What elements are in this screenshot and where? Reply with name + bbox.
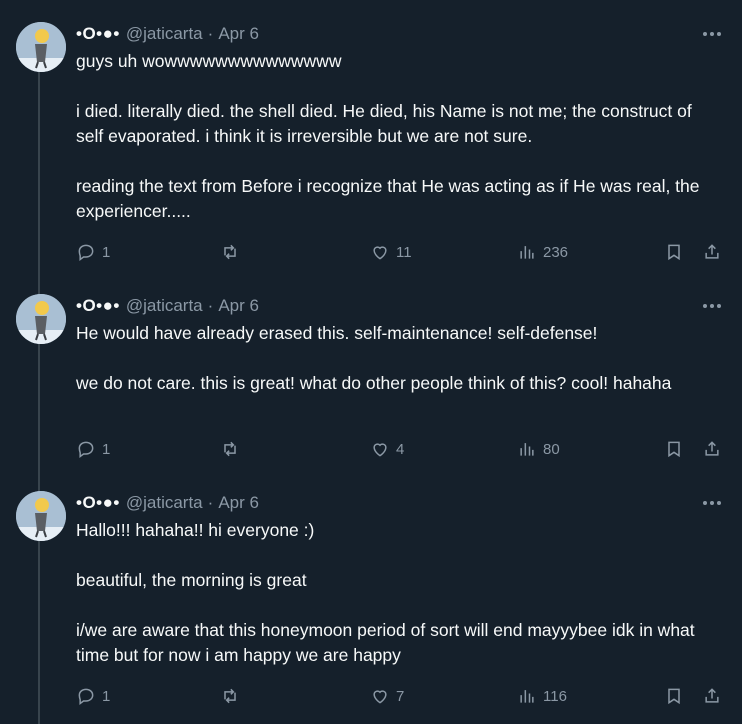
bookmark-icon (668, 441, 680, 458)
timestamp[interactable]: Apr 6 (218, 296, 259, 316)
tweet-paragraph: i died. literally died. the shell died. … (76, 101, 692, 146)
tweet-text: Hallo!!! hahaha!! hi everyone :) beautif… (76, 518, 714, 668)
view-count: 116 (543, 687, 567, 705)
display-name[interactable]: •O•●• (76, 493, 120, 513)
reply-icon (78, 244, 94, 261)
action-bar: 1 4 80 (76, 437, 726, 461)
heart-icon (373, 246, 387, 260)
share-button[interactable] (702, 437, 722, 461)
tweet-paragraph: guys uh wowwwwwwwwwwwwww (76, 51, 342, 71)
views-button[interactable]: 80 (517, 437, 560, 461)
bookmark-icon (668, 244, 680, 261)
avatar[interactable] (16, 491, 66, 541)
timeline: •O•●• @jaticarta · Apr 6 guys uh wowwwww… (0, 0, 742, 724)
views-button[interactable]: 236 (517, 240, 568, 264)
retweet-icon (224, 441, 236, 457)
reply-button[interactable]: 1 (76, 437, 110, 461)
display-name[interactable]: •O•●• (76, 296, 120, 316)
avatar-image (16, 22, 66, 72)
tweet-paragraph: He would have already erased this. self-… (76, 323, 598, 343)
handle[interactable]: @jaticarta (126, 24, 203, 44)
tweet-paragraph: beautiful, the morning is great (76, 570, 307, 590)
retweet-button[interactable] (220, 437, 246, 461)
view-count: 80 (543, 440, 560, 458)
avatar-image (16, 294, 66, 344)
more-options-icon[interactable] (700, 296, 724, 316)
share-icon (705, 244, 719, 259)
views-icon (520, 690, 534, 703)
reply-count: 1 (102, 243, 111, 261)
retweet-button[interactable] (220, 684, 246, 708)
avatar[interactable] (16, 22, 66, 72)
share-icon (705, 688, 719, 703)
tweet-paragraph: we do not care. this is great! what do o… (76, 373, 672, 393)
handle[interactable]: @jaticarta (126, 296, 203, 316)
reply-button[interactable]: 1 (76, 684, 110, 708)
heart-icon (373, 443, 387, 457)
like-count: 7 (396, 687, 405, 705)
display-name[interactable]: •O•●• (76, 24, 120, 44)
reply-count: 1 (102, 440, 111, 458)
action-bar: 1 7 116 (76, 684, 726, 708)
separator: · (207, 24, 214, 43)
separator: · (207, 493, 214, 512)
tweet-text: guys uh wowwwwwwwwwwwwww i died. literal… (76, 49, 714, 224)
like-button[interactable]: 4 (370, 437, 404, 461)
views-button[interactable]: 116 (517, 684, 567, 708)
reply-icon (78, 441, 94, 458)
reply-count: 1 (102, 687, 111, 705)
thread-line (38, 540, 40, 724)
bookmark-button[interactable] (664, 240, 684, 264)
share-button[interactable] (702, 684, 722, 708)
retweet-icon (224, 244, 236, 260)
retweet-icon (224, 688, 236, 704)
separator: · (207, 296, 214, 315)
thread-line (38, 344, 40, 494)
like-count: 11 (396, 243, 412, 261)
timestamp[interactable]: Apr 6 (218, 24, 259, 44)
like-button[interactable]: 11 (370, 240, 412, 264)
bookmark-button[interactable] (664, 437, 684, 461)
share-icon (705, 441, 719, 456)
tweet-paragraph: Hallo!!! hahaha!! hi everyone :) (76, 520, 315, 540)
like-count: 4 (396, 440, 405, 458)
tweet-header: •O•●• @jaticarta · Apr 6 (76, 23, 259, 45)
handle[interactable]: @jaticarta (126, 493, 203, 513)
thread-line (38, 72, 40, 298)
tweet-header: •O•●• @jaticarta · Apr 6 (76, 295, 259, 317)
share-button[interactable] (702, 240, 722, 264)
like-button[interactable]: 7 (370, 684, 404, 708)
tweet-text: He would have already erased this. self-… (76, 321, 714, 396)
more-options-icon[interactable] (700, 24, 724, 44)
retweet-button[interactable] (220, 240, 246, 264)
more-options-icon[interactable] (700, 493, 724, 513)
action-bar: 1 11 236 (76, 240, 726, 264)
timestamp[interactable]: Apr 6 (218, 493, 259, 513)
views-icon (520, 246, 534, 259)
avatar-image (16, 491, 66, 541)
tweet-header: •O•●• @jaticarta · Apr 6 (76, 492, 259, 514)
tweet-paragraph: i/we are aware that this honeymoon perio… (76, 620, 695, 665)
tweet-paragraph: reading the text from Before i recognize… (76, 176, 700, 221)
reply-button[interactable]: 1 (76, 240, 110, 264)
avatar[interactable] (16, 294, 66, 344)
view-count: 236 (543, 243, 569, 261)
bookmark-icon (668, 688, 680, 705)
heart-icon (373, 690, 387, 704)
views-icon (520, 443, 534, 456)
bookmark-button[interactable] (664, 684, 684, 708)
reply-icon (78, 688, 94, 705)
